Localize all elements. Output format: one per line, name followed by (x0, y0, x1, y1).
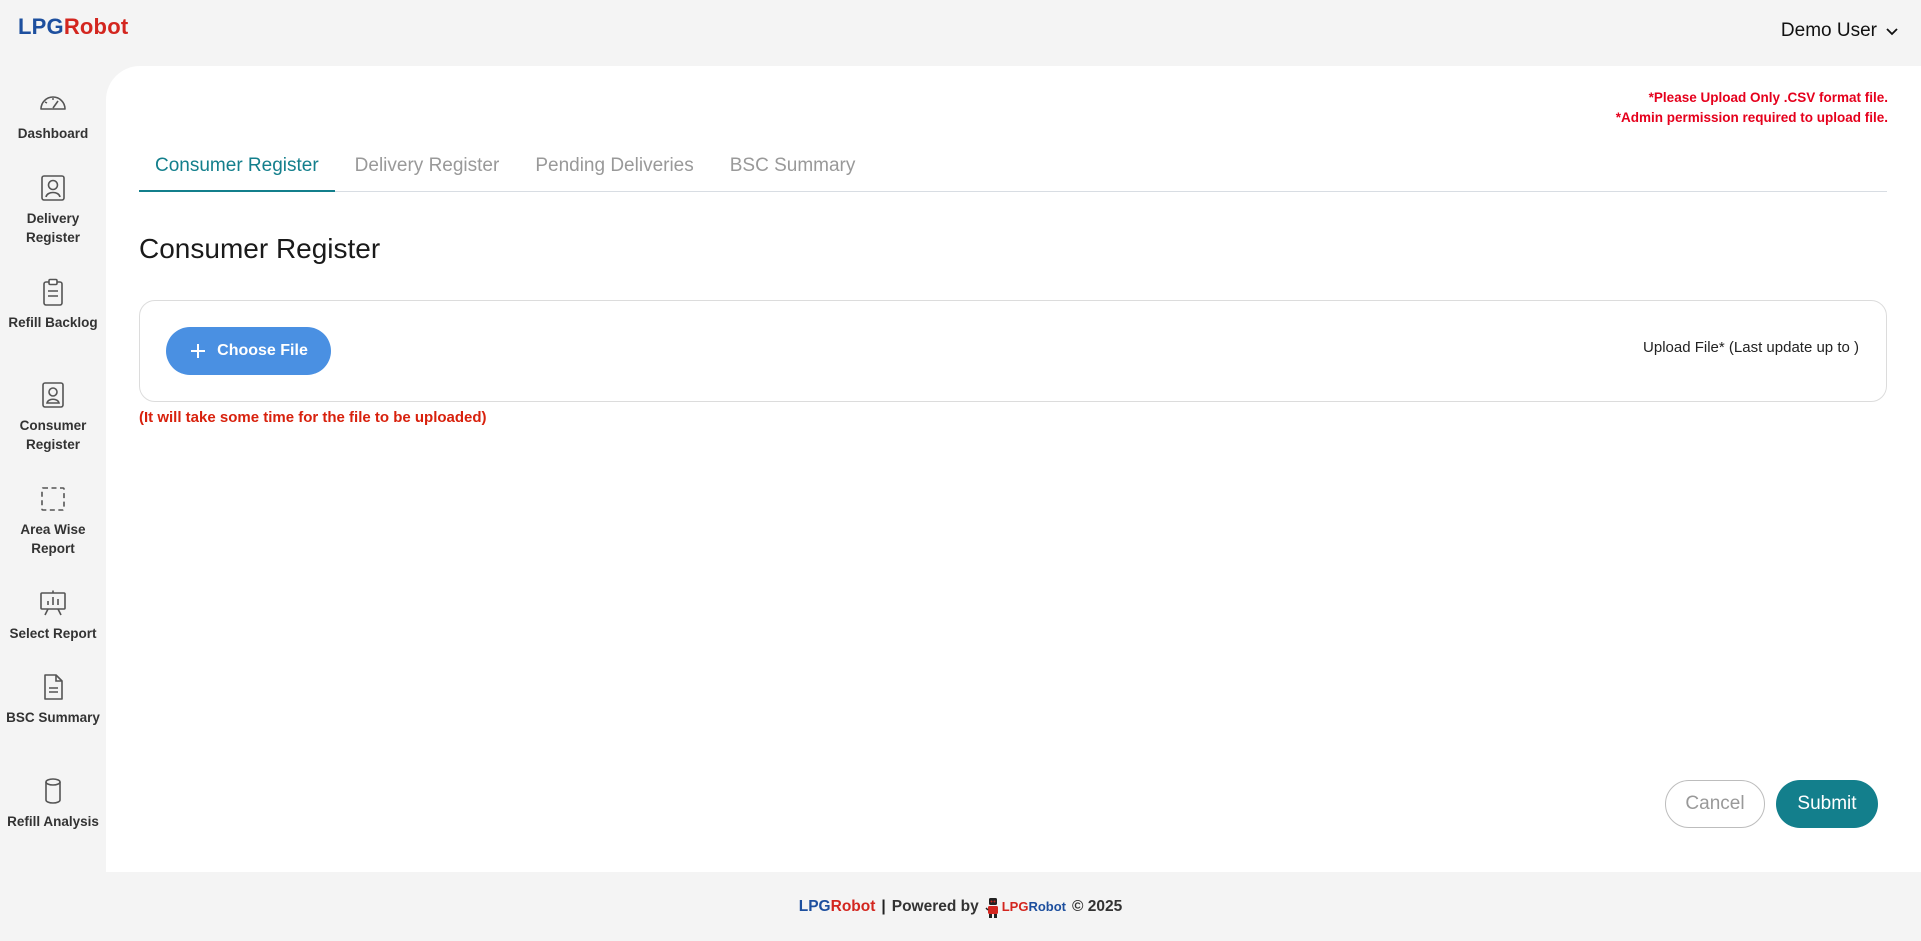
tab-delivery-register[interactable]: Delivery Register (339, 144, 516, 192)
footer-brand-robot: Robot (830, 897, 876, 915)
cylinder-icon (45, 778, 61, 804)
sidebar-item-delivery-register[interactable]: Delivery Register (0, 173, 106, 247)
sidebar-item-label: Refill Backlog (8, 315, 98, 330)
plus-icon (191, 344, 206, 358)
app-logo[interactable]: LPGRobot (18, 14, 128, 40)
logo-robot-text: Robot (63, 14, 129, 39)
contact-badge-icon (42, 382, 64, 408)
upload-box: Choose File Upload File* (Last update up… (139, 300, 1887, 402)
sidebar-item-label: Dashboard (17, 126, 89, 141)
logo-lpg-text: LPG (18, 14, 64, 39)
sidebar-item-label: Refill Analysis (7, 814, 99, 829)
sidebar-item-dashboard[interactable]: Dashboard (0, 88, 106, 143)
sidebar-item-bsc-summary[interactable]: BSC Summary (0, 672, 106, 727)
upload-file-label: Upload File* (Last update up to ) (1643, 339, 1859, 356)
copyright: © 2025 (1072, 897, 1123, 915)
footer-separator: | (881, 897, 886, 915)
robot-mascot-icon (985, 897, 998, 918)
sidebar-item-label: BSC Summary (6, 710, 100, 725)
upload-notes: *Please Upload Only .CSV format file. *A… (1616, 88, 1888, 128)
powered-by-text: Powered by (891, 897, 979, 915)
choose-file-button[interactable]: Choose File (166, 327, 331, 375)
tab-consumer-register[interactable]: Consumer Register (139, 144, 335, 192)
sidebar: Dashboard Delivery Register Refill Backl… (0, 66, 106, 872)
submit-button[interactable]: Submit (1776, 780, 1878, 828)
main-panel: *Please Upload Only .CSV format file. *A… (106, 66, 1921, 872)
sidebar-item-area-wise-report[interactable]: Area Wise Report (0, 484, 106, 558)
chevron-down-icon (1886, 28, 1898, 36)
mini-logo-lpg: LPG (1001, 899, 1029, 914)
sidebar-item-consumer-register[interactable]: Consumer Register (0, 380, 106, 454)
presentation-chart-icon (40, 590, 66, 616)
user-portrait-icon (41, 175, 65, 201)
mini-logo-robot: Robot (1028, 899, 1067, 914)
admin-permission-note: *Admin permission required to upload fil… (1615, 110, 1888, 125)
upload-hint: (It will take some time for the file to … (139, 409, 487, 426)
document-icon (44, 674, 63, 700)
top-bar: LPGRobot Demo User (0, 0, 1921, 66)
cancel-button[interactable]: Cancel (1665, 780, 1765, 828)
footer-brand-lpg: LPG (798, 897, 831, 915)
page-title: Consumer Register (139, 233, 381, 264)
sidebar-item-label: Select Report (9, 626, 97, 641)
choose-file-label: Choose File (217, 342, 308, 359)
tab-pending-deliveries[interactable]: Pending Deliveries (519, 144, 709, 192)
sidebar-item-label: Delivery Register (25, 211, 81, 245)
gauge-icon (40, 96, 66, 110)
sidebar-item-label: Consumer Register (19, 418, 87, 452)
sidebar-item-refill-backlog[interactable]: Refill Backlog (0, 277, 106, 332)
tab-bar: Consumer Register Delivery Register Pend… (139, 144, 1887, 192)
footer-brand[interactable]: LPGRobot (799, 898, 876, 916)
sidebar-item-select-report[interactable]: Select Report (0, 588, 106, 643)
dashed-square-icon (41, 487, 65, 511)
csv-format-note: *Please Upload Only .CSV format file. (1648, 90, 1888, 105)
clipboard-icon (43, 278, 63, 306)
sidebar-item-refill-analysis[interactable]: Refill Analysis (0, 776, 106, 831)
footer-mini-logo: LPG Robot (985, 896, 1066, 918)
sidebar-item-label: Area Wise Report (20, 522, 86, 556)
footer: LPGRobot | Powered by LPG Robot © 2025 (0, 872, 1921, 941)
user-menu[interactable]: Demo User (1781, 20, 1899, 42)
user-name: Demo User (1780, 20, 1877, 41)
tab-bsc-summary[interactable]: BSC Summary (714, 144, 872, 192)
